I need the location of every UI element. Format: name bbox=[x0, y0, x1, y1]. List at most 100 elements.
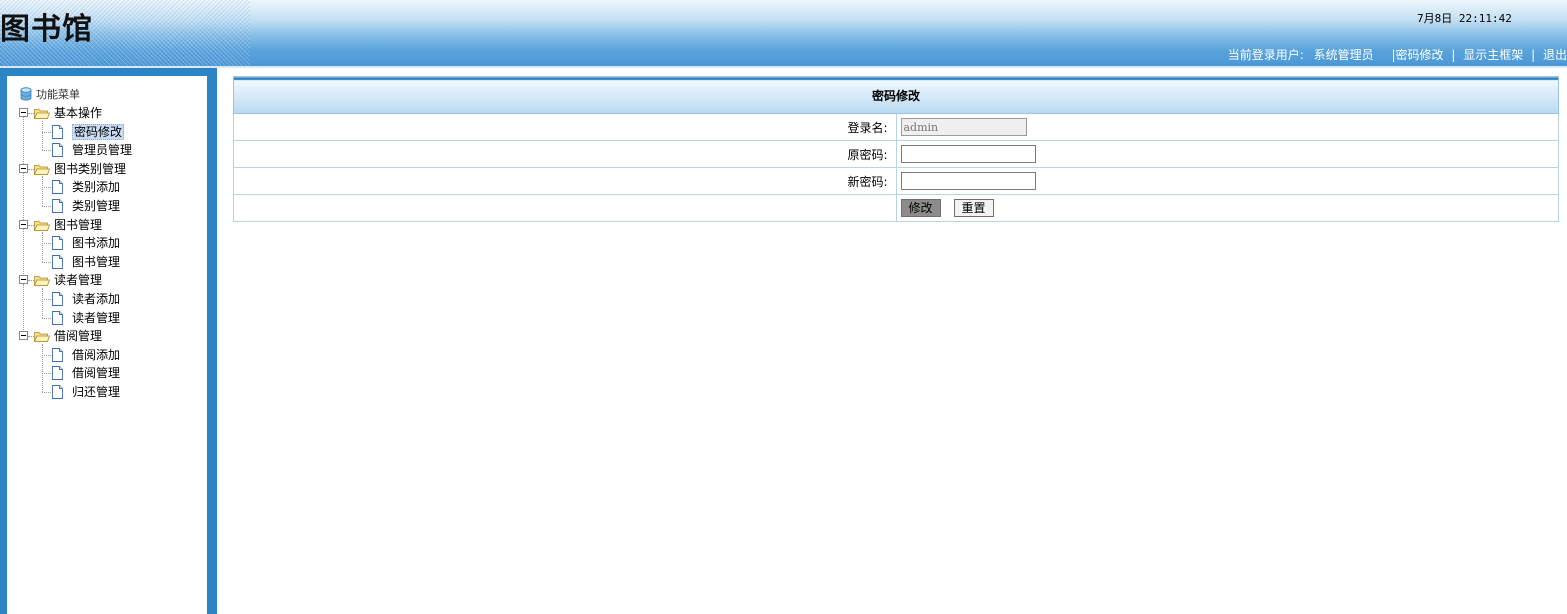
folder-open-icon bbox=[34, 109, 50, 119]
folder-open-icon bbox=[34, 332, 50, 343]
tree-leaf-label[interactable]: 类别管理 bbox=[72, 199, 120, 213]
main-content: 密码修改 登录名: 原密码: 新密码: 修改重置 bbox=[233, 76, 1559, 222]
tree-connector bbox=[42, 354, 51, 356]
login-name-label: 登录名: bbox=[233, 113, 897, 141]
current-user-name: 系统管理员 bbox=[1313, 48, 1374, 62]
tree-group-label[interactable]: 借阅管理 bbox=[54, 329, 102, 343]
tree-leaf-label[interactable]: 借阅管理 bbox=[72, 366, 120, 380]
old-password-field[interactable] bbox=[900, 145, 1036, 163]
tree-connector bbox=[42, 243, 51, 245]
collapse-icon[interactable] bbox=[19, 331, 28, 341]
tree-leaf-row[interactable]: 借阅添加 bbox=[19, 346, 205, 365]
tree-leaf-row[interactable]: 图书管理 bbox=[19, 253, 205, 272]
collapse-icon[interactable] bbox=[19, 108, 28, 117]
tree-connector bbox=[42, 205, 51, 207]
button-row-spacer bbox=[233, 194, 897, 222]
button-row: 修改 重置 bbox=[895, 194, 1559, 222]
tree-leaf-row[interactable]: 读者添加 bbox=[19, 290, 205, 309]
tree-root-label: 功能菜单 bbox=[36, 88, 80, 101]
current-datetime: 7月8日 22:11:42 bbox=[1417, 12, 1512, 25]
link-separator: | bbox=[1451, 48, 1456, 62]
tree-leaf-row[interactable]: 类别添加 bbox=[19, 178, 205, 197]
new-password-field[interactable] bbox=[900, 172, 1036, 190]
document-icon bbox=[52, 236, 63, 251]
tree-leaf-row[interactable]: 归还管理 bbox=[19, 383, 205, 402]
tree-connector bbox=[42, 150, 51, 152]
tree-leaf-label[interactable]: 密码修改 bbox=[72, 123, 125, 140]
tree-leaf-label[interactable]: 归还管理 bbox=[72, 385, 120, 399]
top-header: 图书馆 7月8日 22:11:42 当前登录用户: 系统管理员 |密码修改 | … bbox=[0, 0, 1567, 66]
function-menu-tree: 功能菜单 基本操作 密码修改 管理员管理 图书类别管理 类别添加 类别管理 图书管理 图书添加… bbox=[19, 86, 205, 402]
document-icon bbox=[52, 199, 63, 213]
reset-button[interactable]: 重置 bbox=[953, 199, 994, 217]
tree-connector bbox=[42, 391, 51, 393]
collapse-icon[interactable] bbox=[19, 163, 28, 173]
tree-leaf-row[interactable]: 借阅管理 bbox=[19, 364, 205, 383]
old-password-cell bbox=[895, 140, 1559, 168]
tree-leaf-row[interactable]: 读者管理 bbox=[19, 309, 205, 328]
collapse-icon[interactable] bbox=[19, 275, 28, 285]
tree-leaf-label[interactable]: 图书添加 bbox=[72, 236, 120, 250]
tree-group: 图书管理 图书添加 图书管理 bbox=[19, 216, 205, 276]
tree-connector bbox=[42, 131, 51, 133]
collapse-icon[interactable] bbox=[19, 219, 28, 229]
sidebar-panel: 功能菜单 基本操作 密码修改 管理员管理 图书类别管理 类别添加 类别管理 图书管理 图书添加… bbox=[7, 76, 207, 614]
tree-group-label[interactable]: 图书类别管理 bbox=[54, 162, 126, 176]
tree-leaf-label[interactable]: 借阅添加 bbox=[72, 348, 120, 362]
link-separator: | bbox=[1531, 48, 1536, 62]
password-form: 密码修改 登录名: 原密码: 新密码: 修改重置 bbox=[233, 76, 1559, 222]
tree-connector bbox=[42, 187, 51, 189]
header-divider bbox=[0, 66, 1567, 68]
folder-open-icon bbox=[34, 276, 50, 287]
tree-leaf-row[interactable]: 类别管理 bbox=[19, 197, 205, 216]
document-icon bbox=[52, 254, 63, 269]
document-icon bbox=[52, 384, 63, 399]
tree-root: 功能菜单 bbox=[19, 86, 205, 104]
logout-link[interactable]: 退出 bbox=[1543, 48, 1567, 62]
tree-group: 图书类别管理类别添加类别管理 bbox=[19, 160, 205, 220]
site-logo: 图书馆 bbox=[0, 12, 93, 47]
header-links: 当前登录用户: 系统管理员 |密码修改 | 显示主框架 | 退出 bbox=[1228, 46, 1567, 63]
tree-group: 读者管理 读者添加 读者管理 bbox=[19, 271, 205, 332]
document-icon bbox=[52, 310, 63, 325]
document-icon bbox=[52, 143, 63, 158]
tree-group-row[interactable]: 图书类别管理 bbox=[19, 160, 205, 179]
new-password-cell bbox=[895, 167, 1559, 195]
submit-button[interactable]: 修改 bbox=[900, 199, 941, 217]
login-name-field bbox=[900, 118, 1027, 136]
tree-group-label[interactable]: 图书管理 bbox=[54, 218, 102, 232]
database-icon bbox=[20, 87, 32, 101]
tree-leaf-label[interactable]: 读者管理 bbox=[72, 311, 120, 325]
tree-group: 借阅管理 借阅添加 借阅管理 归还管理 bbox=[19, 327, 205, 401]
login-name-cell bbox=[895, 113, 1559, 141]
sidebar-frame: 功能菜单 基本操作 密码修改 管理员管理 图书类别管理 类别添加 类别管理 图书管理 图书添加… bbox=[0, 68, 217, 614]
tree-leaf-label[interactable]: 管理员管理 bbox=[72, 143, 132, 157]
tree-group-label[interactable]: 读者管理 bbox=[54, 273, 102, 287]
tree-leaf-label[interactable]: 图书管理 bbox=[72, 255, 120, 269]
form-title: 密码修改 bbox=[233, 76, 1559, 114]
document-icon bbox=[52, 291, 63, 306]
tree-group-row[interactable]: 基本操作 bbox=[19, 104, 205, 123]
current-user-label: 当前登录用户: bbox=[1227, 48, 1304, 62]
tree-group-row[interactable]: 读者管理 bbox=[19, 271, 205, 290]
folder-open-icon bbox=[34, 220, 50, 231]
tree-connector bbox=[42, 261, 51, 263]
tree-group-label[interactable]: 基本操作 bbox=[54, 106, 102, 120]
tree-leaf-label[interactable]: 类别添加 bbox=[72, 180, 120, 194]
tree-leaf-row[interactable]: 密码修改 bbox=[19, 123, 205, 142]
document-icon bbox=[52, 366, 63, 381]
tree-group-row[interactable]: 图书管理 bbox=[19, 216, 205, 235]
tree-leaf-row[interactable]: 管理员管理 bbox=[19, 141, 205, 160]
show-main-frame-link[interactable]: 显示主框架 bbox=[1463, 48, 1523, 62]
tree-leaf-row[interactable]: 图书添加 bbox=[19, 234, 205, 253]
tree-group-row[interactable]: 借阅管理 bbox=[19, 327, 205, 346]
new-password-label: 新密码: bbox=[233, 167, 897, 195]
tree-leaf-label[interactable]: 读者添加 bbox=[72, 292, 120, 306]
tree-connector bbox=[42, 373, 51, 375]
tree-groups: 基本操作 密码修改 管理员管理 图书类别管理 类别添加 类别管理 图书管理 图书添加 图书管理读… bbox=[19, 104, 205, 402]
folder-open-icon bbox=[34, 164, 50, 175]
document-icon bbox=[52, 180, 63, 195]
change-password-link[interactable]: |密码修改 bbox=[1392, 48, 1444, 62]
document-icon bbox=[52, 124, 63, 139]
tree-group: 基本操作密码修改管理员管理 bbox=[19, 104, 205, 165]
